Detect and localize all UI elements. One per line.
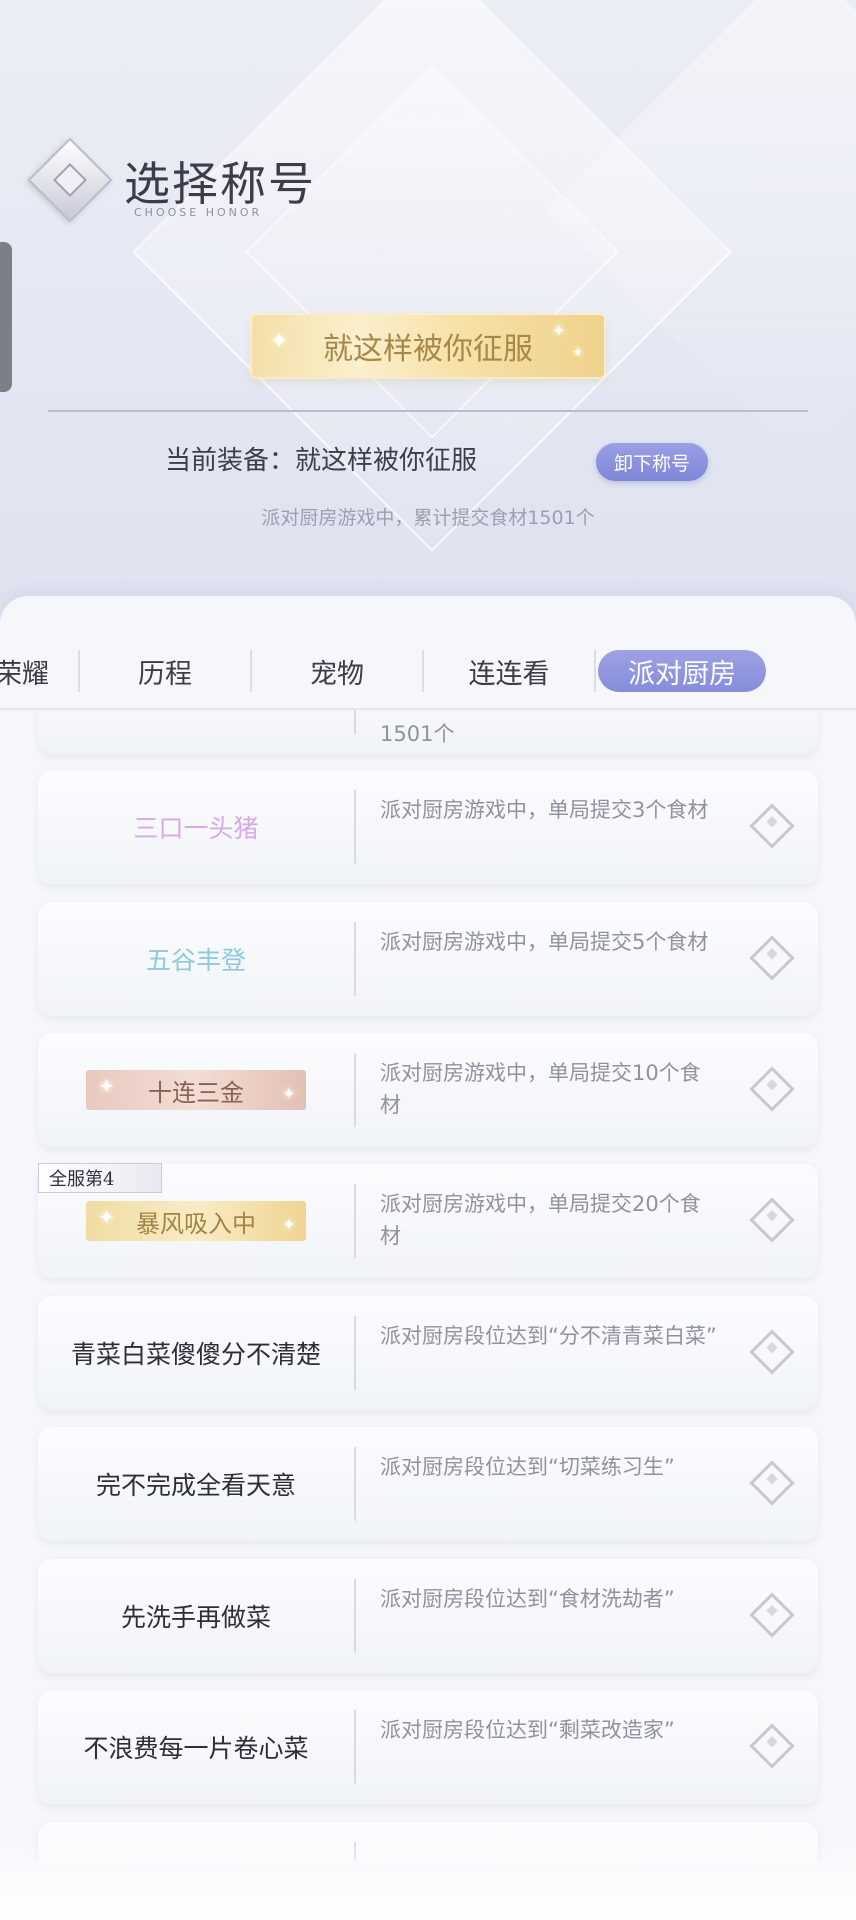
honor-requirement: 派对厨房段位达到“切菜练习生”	[380, 1455, 675, 1479]
diamond-select-icon[interactable]	[749, 1066, 795, 1112]
honor-requirement: 派对厨房游戏中，单局提交5个食材	[380, 930, 709, 954]
tab-label: 宠物	[310, 658, 364, 690]
tab-pets[interactable]: 宠物	[252, 649, 422, 693]
honor-name: 先洗手再做菜	[120, 1603, 271, 1632]
card-divider	[354, 1053, 356, 1127]
divider	[48, 410, 808, 412]
tab-label: 派对厨房	[628, 658, 736, 690]
current-honor-banner: ✦ 就这样被你征服 ✦ ✦	[252, 315, 604, 377]
tab-label: 荣耀	[0, 658, 49, 690]
honor-requirement: 派对厨房段位达到“分不清青菜白菜”	[380, 1324, 717, 1348]
tab-label: 连连看	[468, 658, 550, 690]
list-item[interactable]: ✦ 十连三金 ✦ 派对厨房游戏中，单局提交10个食材	[38, 1033, 818, 1147]
diamond-logo-icon	[27, 137, 113, 223]
honor-requirement: 派对厨房游戏中，单局提交20个食材	[380, 1192, 701, 1248]
honor-name-badge: ✦ 十连三金 ✦	[86, 1070, 306, 1110]
diamond-select-icon[interactable]	[749, 1329, 795, 1375]
equip-description: 派对厨房游戏中，累计提交食材1501个	[261, 507, 595, 529]
bottom-fade	[0, 1830, 856, 1920]
honor-name: 完不完成全看天意	[95, 1471, 296, 1500]
tab-divider	[594, 650, 596, 692]
honor-name: 青菜白菜傻傻分不清楚	[70, 1340, 321, 1369]
honor-name: 五谷丰登	[145, 946, 246, 975]
sparkle-icon: ✦	[552, 321, 566, 340]
card-divider	[354, 1710, 356, 1784]
honor-requirement: 派对厨房段位达到“食材洗劫者”	[380, 1587, 675, 1611]
card-divider	[354, 1447, 356, 1521]
page-subtitle: CHOOSE HONOR	[134, 206, 263, 219]
page-title-block: 选择称号 CHOOSE HONOR	[27, 137, 354, 230]
decor-diamond	[545, 0, 856, 465]
list-item[interactable]: 不浪费每一片卷心菜 派对厨房段位达到“剩菜改造家”	[38, 1690, 818, 1804]
honor-requirement: 派对厨房游戏中，单局提交10个食材	[380, 1061, 701, 1117]
tab-party-kitchen[interactable]: 派对厨房	[598, 650, 766, 692]
sparkle-icon: ✦	[270, 329, 289, 354]
card-divider	[354, 1184, 356, 1258]
tab-label: 历程	[138, 658, 192, 690]
sparkle-icon: ✦	[282, 1215, 296, 1234]
honor-name: 三口一头猪	[133, 814, 259, 843]
tab-glory[interactable]: 荣耀	[0, 649, 78, 693]
tab-link-match[interactable]: 连连看	[424, 649, 594, 693]
honor-name: 十连三金	[148, 1078, 244, 1107]
page-title: 选择称号	[124, 157, 316, 211]
diamond-select-icon[interactable]	[749, 1460, 795, 1506]
list-item[interactable]: 三口一头猪 派对厨房游戏中，单局提交3个食材	[38, 770, 818, 884]
current-honor-text: 就这样被你征服	[323, 332, 533, 367]
list-item[interactable]: 先洗手再做菜 派对厨房段位达到“食材洗劫者”	[38, 1559, 818, 1673]
sparkle-icon: ✦	[282, 1084, 296, 1103]
diamond-select-icon[interactable]	[749, 1723, 795, 1769]
card-divider	[354, 1579, 356, 1653]
honor-name: 不浪费每一片卷心菜	[83, 1734, 309, 1763]
honor-name-badge: ✦ 暴风吸入中 ✦	[86, 1201, 306, 1241]
list-item[interactable]: 完不完成全看天意 派对厨房段位达到“切菜练习生”	[38, 1427, 818, 1541]
card-divider	[354, 1316, 356, 1390]
list-item[interactable]: 五谷丰登 派对厨房游戏中，单局提交5个食材	[38, 902, 818, 1016]
honor-name: 暴风吸入中	[136, 1209, 256, 1238]
diamond-select-icon[interactable]	[749, 1592, 795, 1638]
card-divider	[354, 710, 356, 734]
honor-requirement: 派对厨房段位达到“剩菜改造家”	[380, 1718, 675, 1742]
unequip-button[interactable]: 卸下称号	[596, 443, 708, 481]
sparkle-icon: ✦	[98, 1205, 115, 1229]
current-equip-label: 当前装备：就这样被你征服	[165, 446, 478, 476]
diamond-select-icon[interactable]	[749, 803, 795, 849]
honor-requirement: 1501个	[380, 722, 455, 746]
list-item[interactable]: 青菜白菜傻傻分不清楚 派对厨房段位达到“分不清青菜白菜”	[38, 1296, 818, 1410]
card-divider	[354, 922, 356, 996]
honor-requirement: 派对厨房游戏中，单局提交3个食材	[380, 798, 709, 822]
card-divider	[354, 790, 356, 864]
diamond-select-icon[interactable]	[749, 935, 795, 981]
diamond-select-icon[interactable]	[749, 1197, 795, 1243]
sparkle-icon: ✦	[98, 1074, 115, 1098]
list-item[interactable]: 1501个	[38, 710, 818, 754]
category-tabs: 荣耀 历程 宠物 连连看 派对厨房	[0, 628, 856, 714]
honor-list[interactable]: 1501个 三口一头猪 派对厨房游戏中，单局提交3个食材 五谷丰登 派对厨房游戏…	[0, 710, 856, 1860]
sparkle-icon: ✦	[572, 345, 584, 361]
side-handle[interactable]	[0, 242, 12, 392]
server-rank-tag: 全服第4	[38, 1163, 162, 1193]
tab-history[interactable]: 历程	[80, 649, 250, 693]
